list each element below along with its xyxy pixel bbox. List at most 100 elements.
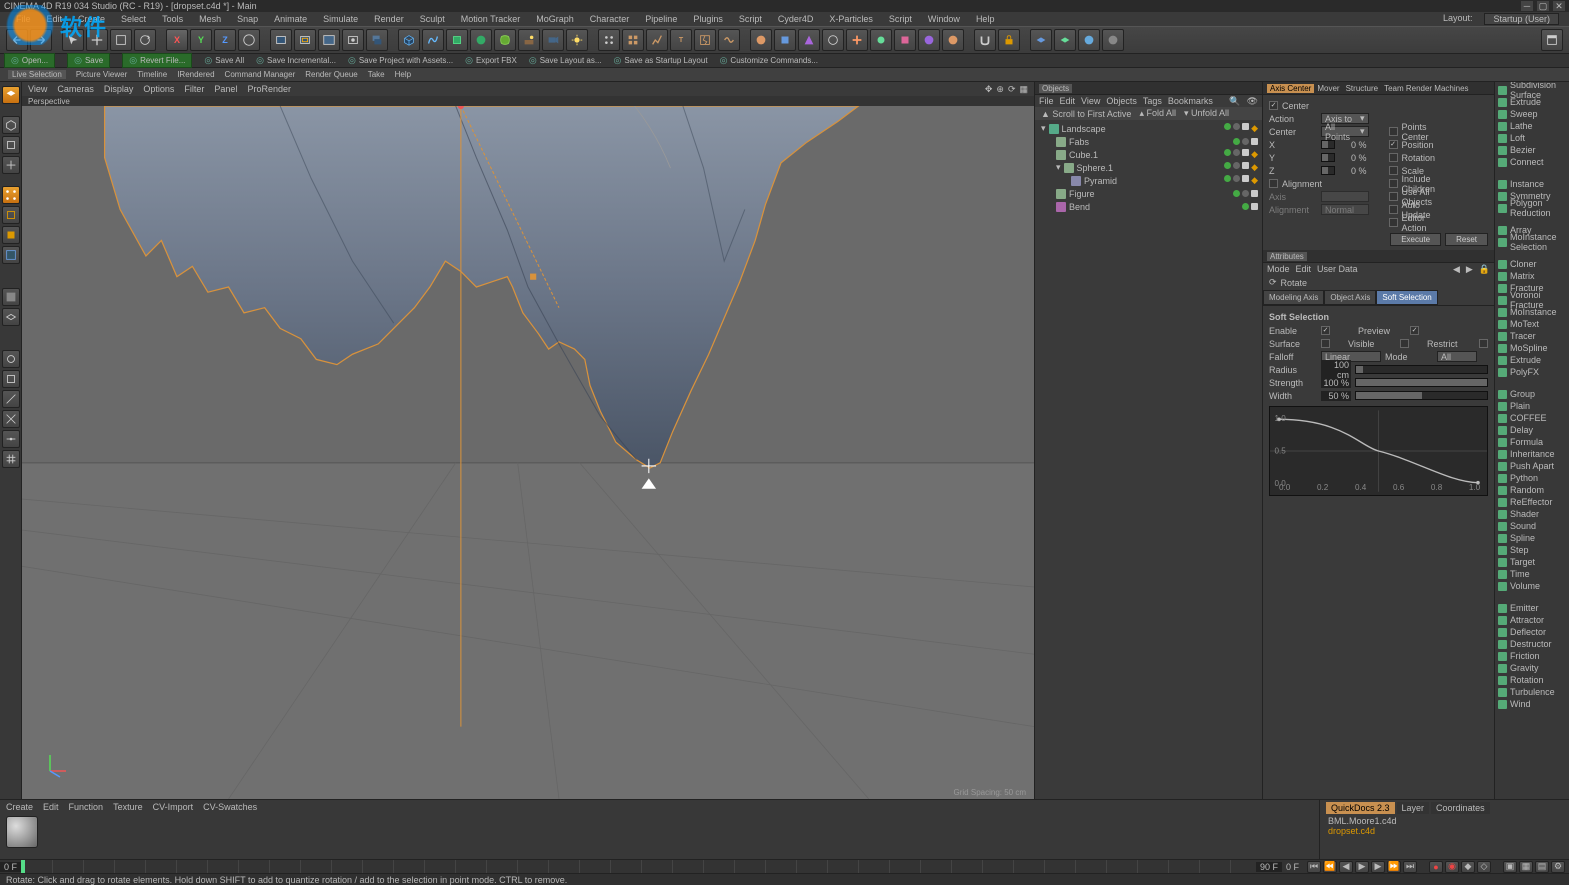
y-value[interactable]: 0 %	[1339, 153, 1369, 163]
tool-a[interactable]	[750, 29, 772, 51]
snap-enable-button[interactable]	[2, 350, 20, 368]
make-editable-button[interactable]	[2, 86, 20, 104]
center-checkbox[interactable]	[1269, 101, 1278, 110]
obj-menu-tags[interactable]: Tags	[1143, 96, 1162, 106]
vp-menu-prorender[interactable]: ProRender	[247, 84, 291, 94]
cmd-attractor[interactable]: Attractor	[1495, 614, 1569, 626]
snap-2d-button[interactable]	[2, 390, 20, 408]
vp-menu-panel[interactable]: Panel	[214, 84, 237, 94]
spline-button[interactable]	[422, 29, 444, 51]
anim-mode-button[interactable]: ▦	[1519, 861, 1533, 873]
vp-menu-view[interactable]: View	[28, 84, 47, 94]
viewport-3d[interactable]: Grid Spacing: 50 cm	[22, 106, 1034, 799]
surface-checkbox[interactable]	[1321, 339, 1330, 348]
obj-menu-view[interactable]: View	[1081, 96, 1100, 106]
axis-mode-button[interactable]	[2, 156, 20, 174]
obj-menu-file[interactable]: File	[1039, 96, 1054, 106]
z-slider[interactable]	[1321, 166, 1335, 175]
cmd-voronoi[interactable]: Voronoi Fracture	[1495, 294, 1569, 306]
snap-3d-button[interactable]	[2, 370, 20, 388]
strength-slider[interactable]	[1355, 378, 1488, 387]
axis-world-button[interactable]	[238, 29, 260, 51]
mat-menu-cvimport[interactable]: CV-Import	[153, 802, 194, 814]
goto-start-button[interactable]: ⏮	[1307, 861, 1321, 873]
tree-item-cube[interactable]: Cube.1 ◆	[1035, 148, 1262, 161]
cmd-inheritance[interactable]: Inheritance	[1495, 448, 1569, 460]
falloff-curve[interactable]: 1.0 0.5 0.0 0.0 0.2 0.4 0.6 0.8 1.0	[1269, 406, 1488, 496]
attr-fwd-icon[interactable]: ▶	[1466, 264, 1473, 275]
cmd-moextrude[interactable]: Extrude	[1495, 354, 1569, 366]
cmd-volume[interactable]: Volume	[1495, 580, 1569, 592]
menu-window[interactable]: Window	[922, 14, 966, 24]
width-value[interactable]: 50 %	[1321, 391, 1351, 401]
light-button[interactable]	[566, 29, 588, 51]
menu-sculpt[interactable]: Sculpt	[414, 14, 451, 24]
cmd-rotation2[interactable]: Rotation	[1495, 674, 1569, 686]
fold-all-button[interactable]: ▴ Fold All	[1139, 108, 1176, 119]
y-slider[interactable]	[1321, 153, 1335, 162]
cmd-mospline[interactable]: MoSpline	[1495, 342, 1569, 354]
cmd-lathe[interactable]: Lathe	[1495, 120, 1569, 132]
menu-snap[interactable]: Snap	[231, 14, 264, 24]
cmd-picture-viewer[interactable]: Picture Viewer	[76, 70, 127, 79]
obj-search-icon[interactable]: 🔍	[1229, 96, 1240, 107]
key-selection-button[interactable]: ▣	[1503, 861, 1517, 873]
alignment-checkbox[interactable]	[1269, 179, 1278, 188]
deformer-button[interactable]	[494, 29, 516, 51]
play-button[interactable]: ▶	[1355, 861, 1369, 873]
menu-edit[interactable]: Edit	[41, 14, 69, 24]
maximize-button[interactable]: ▢	[1537, 1, 1549, 11]
picture-viewer-button[interactable]	[318, 29, 340, 51]
tool-b[interactable]	[774, 29, 796, 51]
playhead[interactable]	[21, 860, 25, 873]
snap-midpoint-button[interactable]	[2, 430, 20, 448]
timeline-start[interactable]: 0 F	[0, 862, 21, 872]
prev-frame-button[interactable]: ◀	[1339, 861, 1353, 873]
revert-button[interactable]: Revert File...	[122, 53, 192, 68]
tab-soft-selection[interactable]: Soft Selection	[1376, 290, 1437, 305]
snap-button[interactable]	[974, 29, 996, 51]
render-view-button[interactable]	[270, 29, 292, 51]
cube-primitive-button[interactable]	[398, 29, 420, 51]
cmd-subdivision-surface[interactable]: Subdivision Surface	[1495, 84, 1569, 96]
rotation-checkbox[interactable]	[1389, 153, 1398, 162]
cmd-polyfx[interactable]: PolyFX	[1495, 366, 1569, 378]
cmd-sweep[interactable]: Sweep	[1495, 108, 1569, 120]
mat-menu-edit[interactable]: Edit	[43, 802, 59, 814]
obj-eye-icon[interactable]: 👁	[1247, 96, 1258, 107]
cmd-moinstance2[interactable]: MoInstance	[1495, 306, 1569, 318]
cmd-timeline[interactable]: Timeline	[137, 70, 167, 79]
tool-h[interactable]	[918, 29, 940, 51]
workplane-d[interactable]	[1102, 29, 1124, 51]
save-layout-button[interactable]: Save Layout as...	[529, 55, 602, 66]
cmd-gravity[interactable]: Gravity	[1495, 662, 1569, 674]
cmd-shader[interactable]: Shader	[1495, 508, 1569, 520]
menu-mograph[interactable]: MoGraph	[530, 14, 580, 24]
cmd-coffee[interactable]: COFFEE	[1495, 412, 1569, 424]
radius-slider[interactable]	[1355, 365, 1488, 374]
save-all-button[interactable]: Save All	[204, 55, 244, 66]
object-mode-button[interactable]	[2, 136, 20, 154]
cmd-cloner[interactable]: Cloner	[1495, 258, 1569, 270]
cmd-sound[interactable]: Sound	[1495, 520, 1569, 532]
cmd-bezier[interactable]: Bezier	[1495, 144, 1569, 156]
axis-x-button[interactable]: X	[166, 29, 188, 51]
menu-script2[interactable]: Script	[883, 14, 918, 24]
cmd-group[interactable]: Group	[1495, 388, 1569, 400]
use-all-checkbox[interactable]	[1389, 192, 1398, 201]
cmd-destructor[interactable]: Destructor	[1495, 638, 1569, 650]
menu-simulate[interactable]: Simulate	[317, 14, 364, 24]
tree-item-pyramid[interactable]: Pyramid ◆	[1035, 174, 1262, 187]
minimize-button[interactable]: ─	[1521, 1, 1533, 11]
include-children-checkbox[interactable]	[1389, 179, 1398, 188]
x-slider[interactable]	[1321, 140, 1335, 149]
lock-button[interactable]	[998, 29, 1020, 51]
cmd-moinstance-selection[interactable]: MoInstance Selection	[1495, 236, 1569, 248]
vp-menu-options[interactable]: Options	[143, 84, 174, 94]
cmd-live-selection[interactable]: Live Selection	[8, 70, 66, 79]
prev-key-button[interactable]: ⏪	[1323, 861, 1337, 873]
motext-button[interactable]: T	[670, 29, 692, 51]
customize-commands-button[interactable]: Customize Commands...	[720, 55, 818, 66]
obj-menu-objects[interactable]: Objects	[1106, 96, 1137, 106]
cmd-motext[interactable]: MoText	[1495, 318, 1569, 330]
